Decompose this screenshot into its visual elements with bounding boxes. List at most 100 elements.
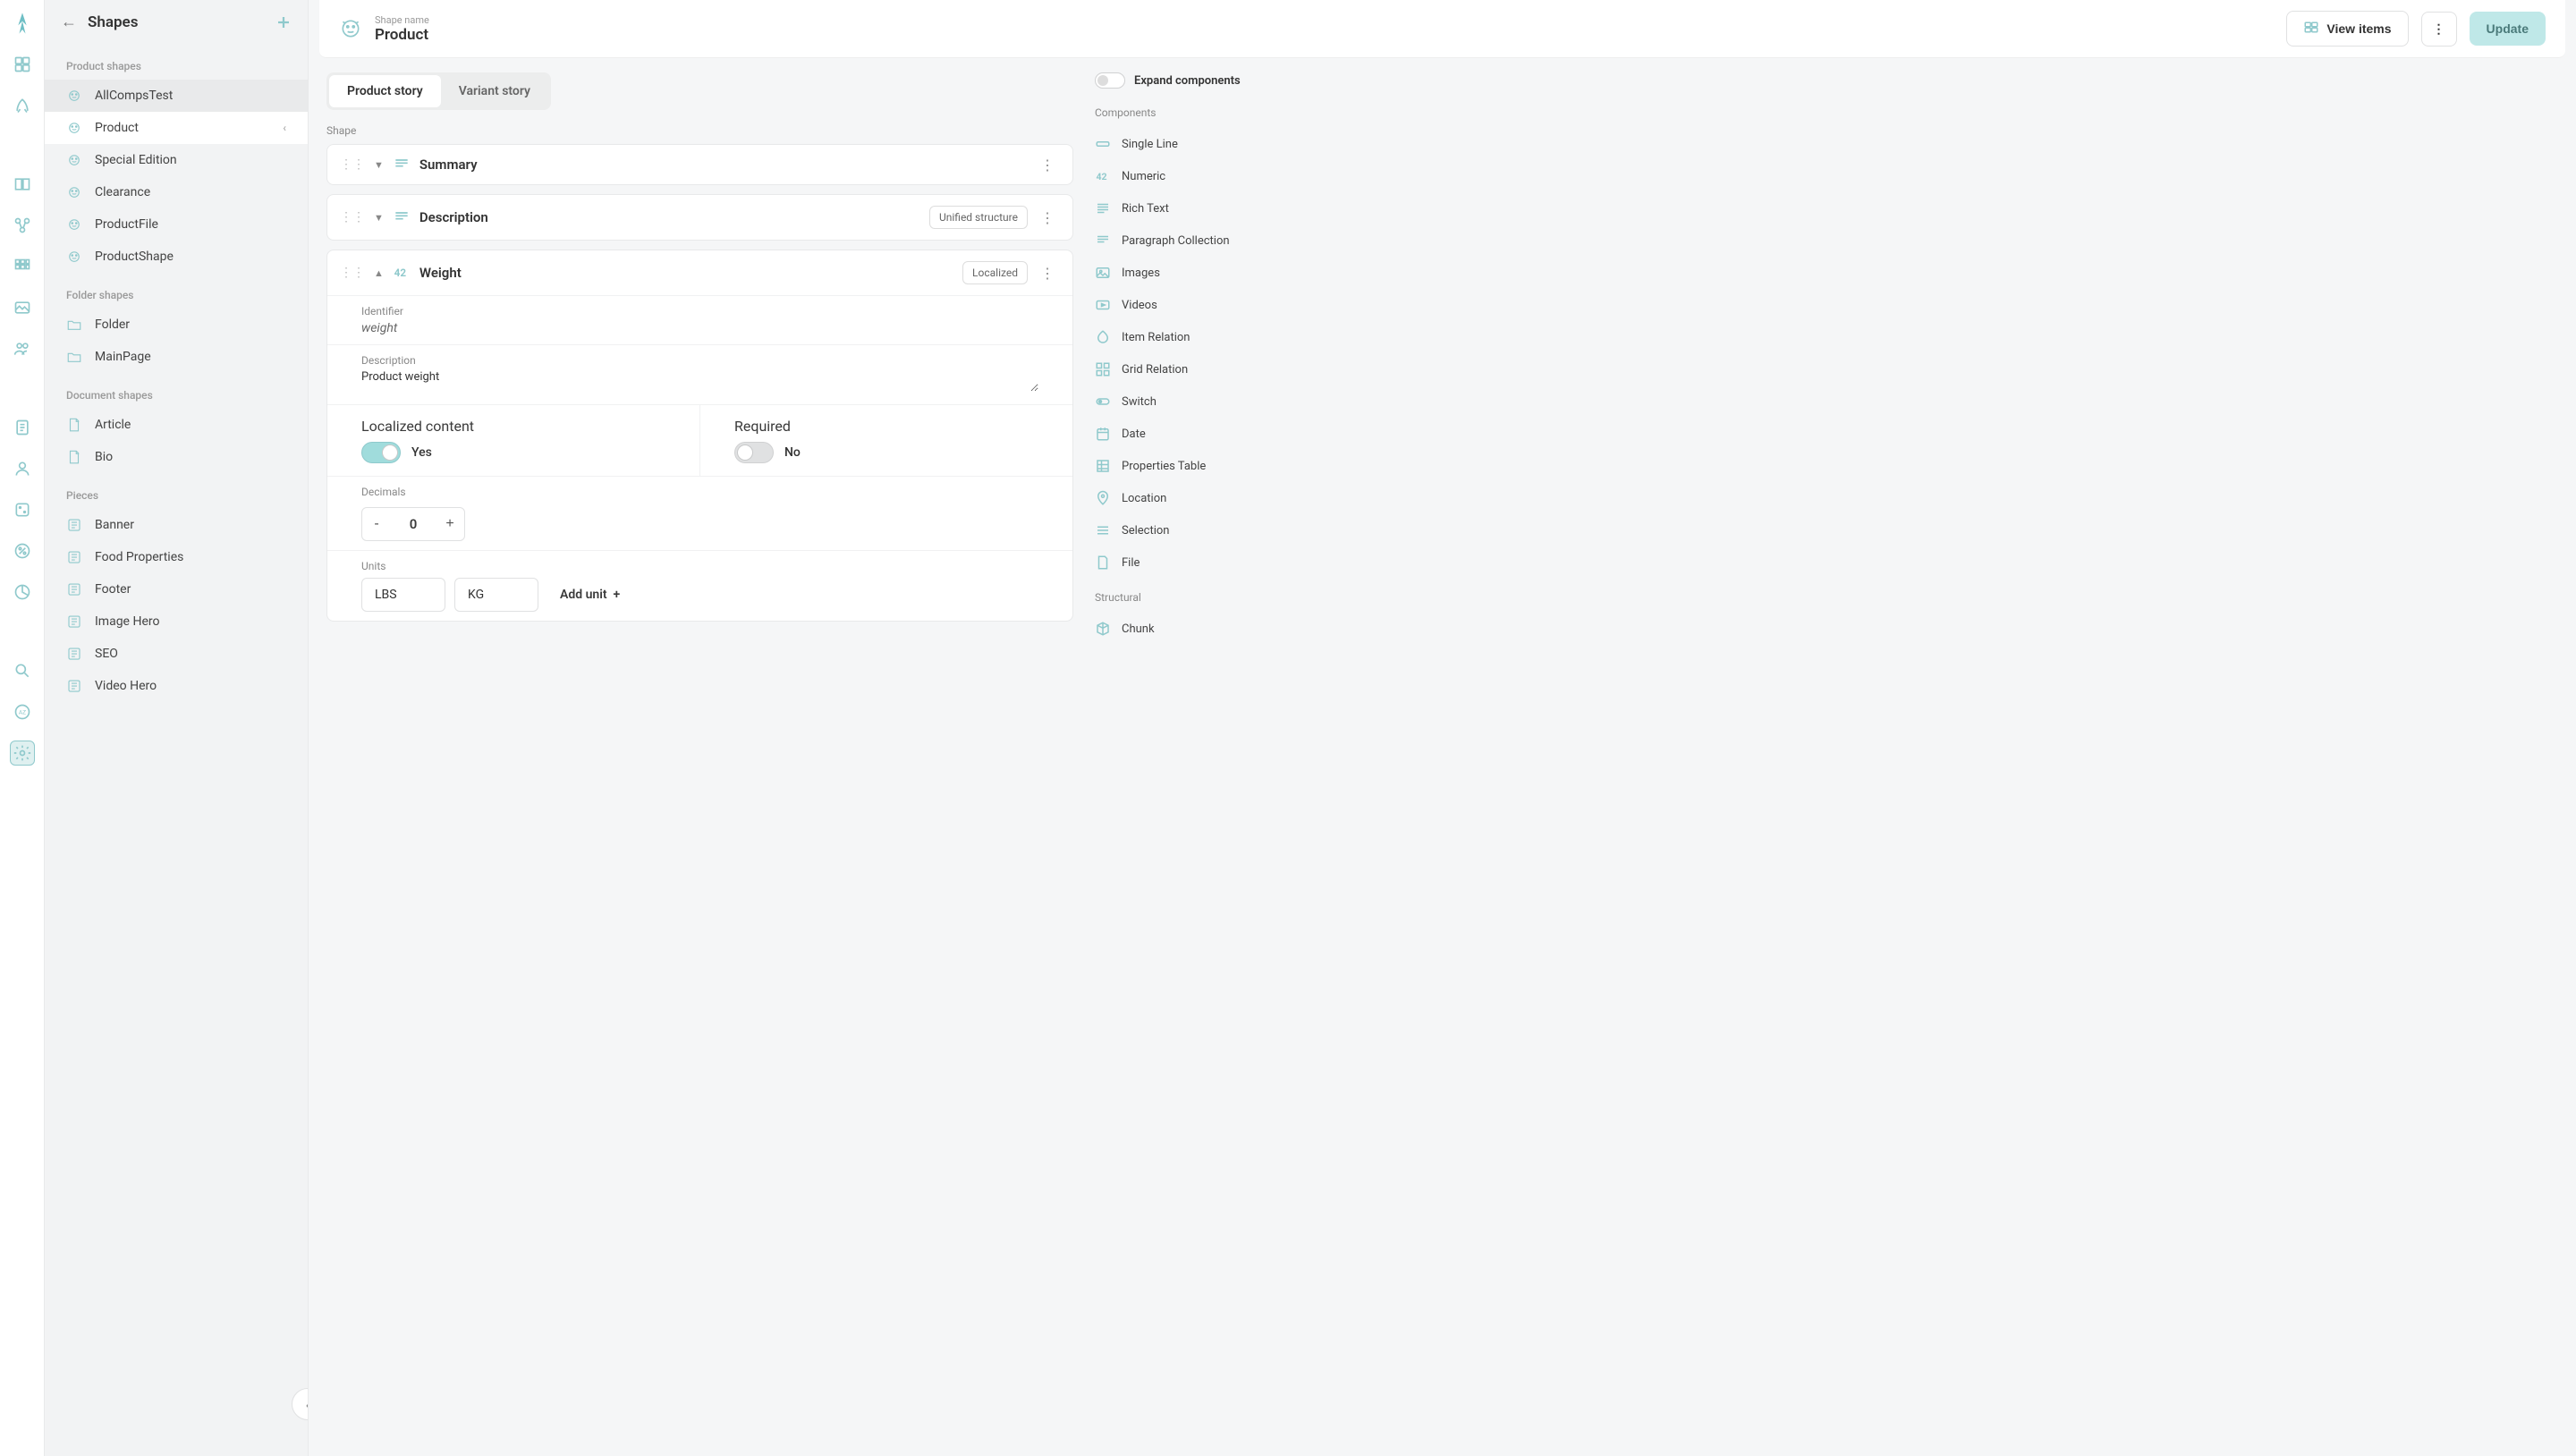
component-menu-button[interactable]: ⋮ [1035, 209, 1060, 226]
chevron-left-icon: ‹ [283, 122, 286, 134]
structural-type-item[interactable]: Chunk [1095, 613, 1256, 645]
shape-item[interactable]: Banner [45, 509, 308, 541]
field-label: Units [361, 560, 1038, 572]
rail-image[interactable] [10, 295, 35, 320]
component-type-item[interactable]: Grid Relation [1095, 353, 1256, 385]
shape-item[interactable]: Article [45, 409, 308, 441]
components-palette-header: Components [1095, 106, 1256, 119]
component-type-item[interactable]: Selection [1095, 514, 1256, 546]
decimals-stepper: - 0 + [361, 507, 465, 541]
component-type-item[interactable]: Paragraph Collection [1095, 224, 1256, 257]
unit-chip[interactable]: LBS [361, 578, 445, 612]
component-type-item[interactable]: Item Relation [1095, 321, 1256, 353]
shape-item[interactable]: Product‹ [45, 112, 308, 144]
rail-people[interactable] [10, 336, 35, 361]
rail-search[interactable] [10, 658, 35, 683]
sidebar: ← Shapes Product shapesAllCompsTestProdu… [45, 0, 309, 1456]
rail-az[interactable]: AZ [10, 699, 35, 724]
shape-item-label: MainPage [95, 350, 151, 364]
itemrelation-icon [1095, 329, 1111, 345]
component-type-item[interactable]: Switch [1095, 385, 1256, 418]
svg-text:42: 42 [394, 267, 407, 279]
component-card: ⋮⋮ ▼ Summary ⋮ [326, 144, 1073, 185]
rail-dice[interactable] [10, 497, 35, 522]
shape-item[interactable]: Folder [45, 309, 308, 341]
rail-shapes[interactable] [10, 213, 35, 238]
shape-item-label: Food Properties [95, 550, 183, 564]
piece-icon [66, 549, 82, 565]
identifier-value[interactable]: weight [361, 321, 1038, 335]
shape-group-header: Pieces [45, 473, 308, 509]
component-type-item[interactable]: Location [1095, 482, 1256, 514]
shape-item[interactable]: Video Hero [45, 670, 308, 702]
shape-item[interactable]: SEO [45, 638, 308, 670]
rail-doc[interactable] [10, 415, 35, 440]
rail-percent[interactable] [10, 538, 35, 563]
add-shape-icon[interactable] [275, 14, 292, 30]
sidebar-title: Shapes [88, 13, 138, 31]
drag-handle-icon[interactable]: ⋮⋮ [340, 266, 365, 280]
required-toggle[interactable] [734, 442, 774, 463]
component-menu-button[interactable]: ⋮ [1035, 157, 1060, 174]
shape-item[interactable]: Special Edition [45, 144, 308, 176]
shape-item[interactable]: ProductShape [45, 241, 308, 273]
numeric-icon: 42 [1095, 168, 1111, 184]
svg-text:42: 42 [1097, 171, 1107, 182]
header-meta: Shape name Product [375, 14, 429, 44]
caret-icon[interactable]: ▼ [374, 212, 384, 224]
tab[interactable]: Product story [329, 75, 441, 107]
component-type-item[interactable]: 42Numeric [1095, 160, 1256, 192]
header-menu-button[interactable]: ⋮ [2421, 12, 2457, 47]
shape-item[interactable]: Bio [45, 441, 308, 473]
add-unit-button[interactable]: Add unit + [547, 578, 632, 612]
update-button[interactable]: Update [2470, 12, 2546, 46]
shape-item-label: SEO [95, 647, 118, 661]
expand-components-toggle[interactable] [1095, 72, 1125, 89]
component-menu-button[interactable]: ⋮ [1035, 265, 1060, 282]
back-arrow-icon[interactable]: ← [61, 13, 77, 31]
svg-text:AZ: AZ [18, 709, 25, 716]
structural-type-label: Chunk [1122, 622, 1155, 636]
shape-item[interactable]: Footer [45, 573, 308, 605]
view-items-button[interactable]: View items [2286, 11, 2408, 47]
stepper-minus-button[interactable]: - [362, 508, 391, 540]
rail-grid[interactable] [10, 254, 35, 279]
drag-handle-icon[interactable]: ⋮⋮ [340, 210, 365, 224]
component-type-item[interactable]: Rich Text [1095, 192, 1256, 224]
rail-catalogue[interactable] [10, 52, 35, 77]
localized-toggle[interactable] [361, 442, 401, 463]
sidebar-header: ← Shapes [45, 0, 308, 44]
collapse-sidebar-button[interactable]: ‹ [292, 1388, 309, 1420]
shape-item[interactable]: Food Properties [45, 541, 308, 573]
rail-pie[interactable] [10, 580, 35, 605]
component-type-item[interactable]: Images [1095, 257, 1256, 289]
shape-item[interactable]: AllCompsTest [45, 80, 308, 112]
stepper-plus-button[interactable]: + [436, 508, 464, 540]
shape-item[interactable]: ProductFile [45, 208, 308, 241]
caret-icon[interactable]: ▼ [374, 159, 384, 171]
numeric-icon: 42 [393, 264, 411, 282]
component-type-label: File [1122, 556, 1140, 570]
rail-rocket[interactable] [10, 93, 35, 118]
drag-handle-icon[interactable]: ⋮⋮ [340, 157, 365, 172]
component-type-item[interactable]: File [1095, 546, 1256, 579]
shape-item-label: ProductFile [95, 217, 158, 232]
rail-settings[interactable] [10, 741, 35, 766]
rail-user[interactable] [10, 456, 35, 481]
rail-book[interactable] [10, 172, 35, 197]
component-type-item[interactable]: Date [1095, 418, 1256, 450]
component-type-item[interactable]: Properties Table [1095, 450, 1256, 482]
component-type-item[interactable]: Single Line [1095, 128, 1256, 160]
caret-icon[interactable]: ▲ [374, 267, 384, 279]
tab[interactable]: Variant story [441, 75, 548, 107]
description-textarea[interactable]: Product weight [361, 370, 1038, 392]
shape-item-label: AllCompsTest [95, 89, 173, 103]
shape-group-header: Document shapes [45, 373, 308, 409]
date-icon [1095, 426, 1111, 442]
component-type-item[interactable]: Videos [1095, 289, 1256, 321]
shape-item[interactable]: MainPage [45, 341, 308, 373]
shape-item[interactable]: Clearance [45, 176, 308, 208]
unit-chip[interactable]: KG [454, 578, 538, 612]
shape-group-header: Folder shapes [45, 273, 308, 309]
shape-item[interactable]: Image Hero [45, 605, 308, 638]
